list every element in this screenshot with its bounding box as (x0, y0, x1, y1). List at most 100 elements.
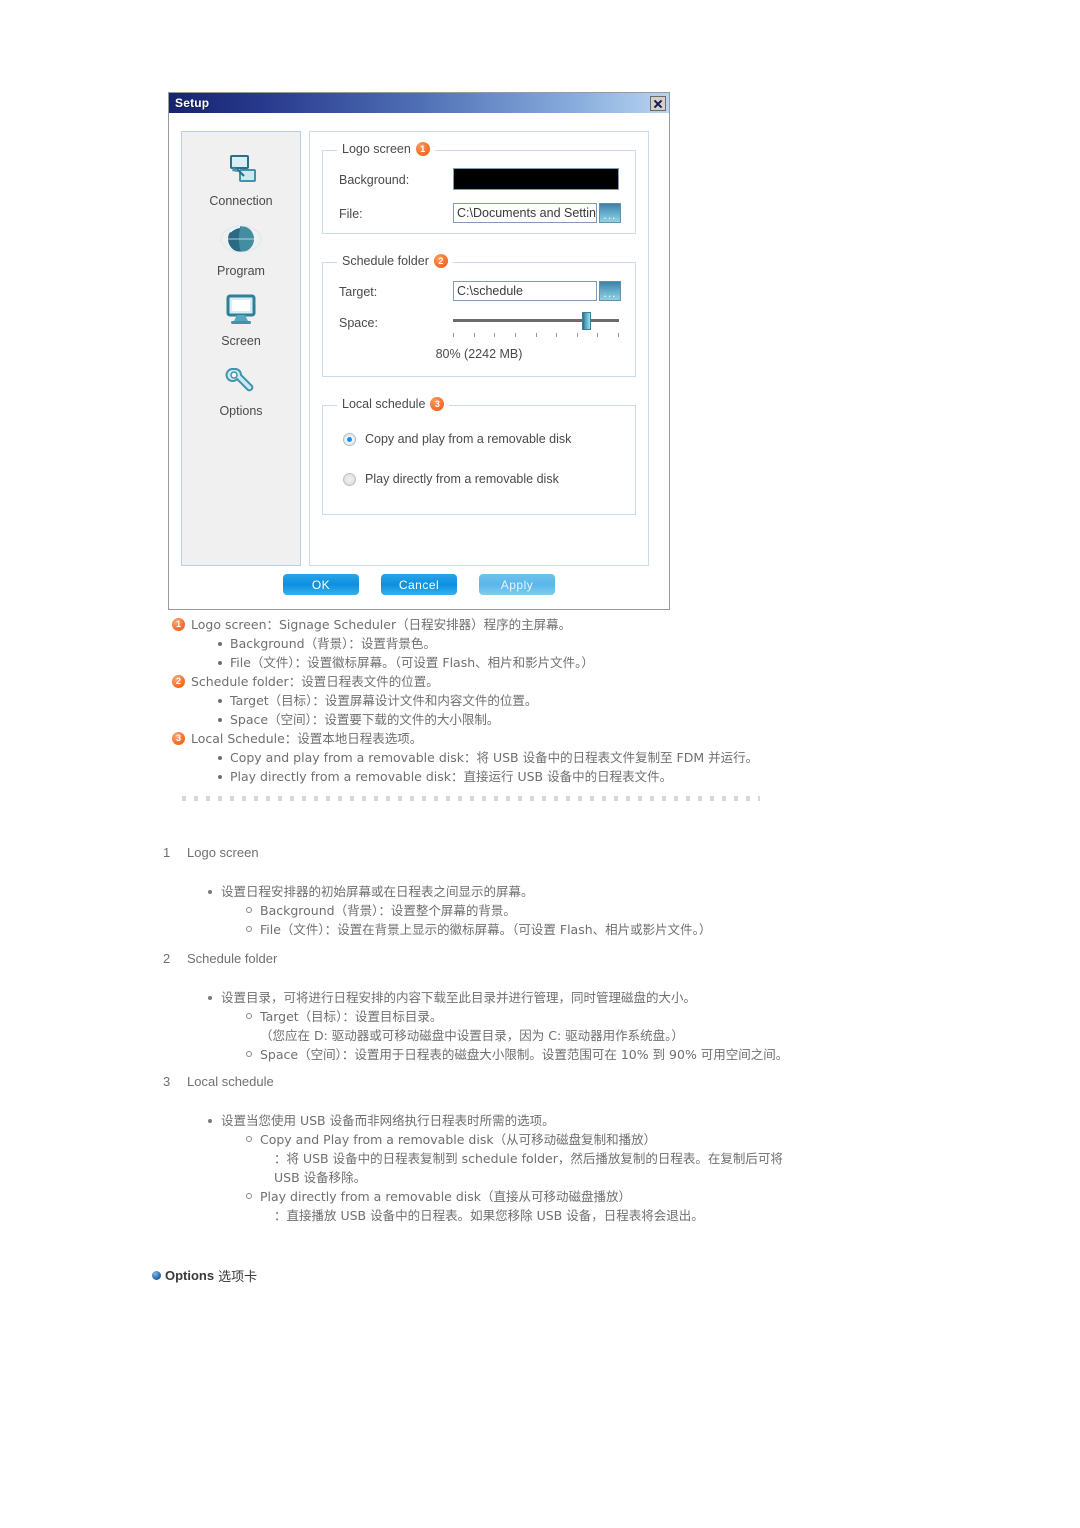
legend-sub-item: Background（背景）：设置背景色。 (218, 634, 812, 653)
globe-icon (220, 225, 262, 253)
section-local-schedule: 3 Local schedule 设置当您使用 USB 设备而非网络执行日程表时… (163, 1074, 863, 1225)
space-slider[interactable] (453, 311, 619, 339)
group-legend-schedule-folder: Schedule folder 2 (337, 254, 453, 268)
legend-text: Schedule folder：设置日程表文件的位置。 (191, 674, 439, 689)
nav-item-options[interactable]: Options (182, 362, 300, 418)
group-legend-text: Logo screen (342, 142, 411, 156)
section-subbullet-text: Copy and Play from a removable disk（从可移动… (260, 1132, 657, 1147)
file-path-input[interactable]: C:\Documents and Settings (453, 203, 597, 223)
background-color-swatch[interactable] (453, 168, 619, 190)
group-local-schedule: Local schedule 3 Copy and play from a re… (322, 397, 636, 515)
section-subbullet-text: Target（目标）：设置目标目录。 (260, 1009, 443, 1024)
section-body: 设置目录，可将进行日程安排的内容下载至此目录并进行管理，同时管理磁盘的大小。 T… (208, 988, 863, 1064)
nav-item-connection[interactable]: Connection (182, 152, 300, 208)
nav-item-screen[interactable]: Screen (182, 292, 300, 348)
radio-copy-and-play[interactable]: Copy and play from a removable disk (343, 432, 571, 446)
section-body: 设置当您使用 USB 设备而非网络执行日程表时所需的选项。 Copy and P… (208, 1111, 863, 1225)
legend-sub-text: Target（目标）：设置屏幕设计文件和内容文件的位置。 (230, 693, 538, 708)
section-subbullet: Play directly from a removable disk（直接从可… (246, 1187, 863, 1206)
section-subbullet: Space（空间）：设置用于日程表的磁盘大小限制。设置范围可在 10% 到 90… (246, 1045, 863, 1064)
section-bullet: 设置当您使用 USB 设备而非网络执行日程表时所需的选项。 (208, 1111, 863, 1130)
section-bullet-text: 设置当您使用 USB 设备而非网络执行日程表时所需的选项。 (221, 1113, 555, 1128)
circle-bullet-icon (246, 1193, 252, 1199)
ok-button[interactable]: OK (283, 574, 359, 595)
legend-text: Local Schedule：设置本地日程表选项。 (191, 731, 423, 746)
options-heading-english: Options (165, 1268, 215, 1283)
radio-selected-icon (343, 432, 356, 446)
section-subbullet-text: Space（空间）：设置用于日程表的磁盘大小限制。设置范围可在 10% 到 90… (260, 1047, 789, 1062)
space-label: Space: (339, 316, 378, 330)
radio-label: Copy and play from a removable disk (365, 432, 572, 446)
section-bullet-text: 设置日程安排器的初始屏幕或在日程表之间显示的屏幕。 (221, 884, 534, 899)
legend-sub-item: Space（空间）：设置要下载的文件的大小限制。 (218, 710, 812, 729)
bullet-icon (218, 642, 222, 646)
target-path-input[interactable]: C:\schedule (453, 281, 597, 301)
section-title: Schedule folder (187, 951, 278, 966)
section-number: 2 (163, 951, 171, 966)
section-bullet: 设置日程安排器的初始屏幕或在日程表之间显示的屏幕。 (208, 882, 863, 901)
legend-badge-2: 2 (172, 675, 185, 688)
legend-sub-text: Play directly from a removable disk：直接运行… (230, 769, 673, 784)
badge-1: 1 (415, 142, 430, 156)
legend-item-2: 2 Schedule folder：设置日程表文件的位置。 (172, 672, 812, 691)
legend-sub-text: Copy and play from a removable disk：将 US… (230, 750, 759, 765)
section-subbullet-text: Play directly from a removable disk（直接从可… (260, 1189, 631, 1204)
dialog-titlebar: Setup (169, 93, 669, 113)
options-heading-chinese: 选项卡 (218, 1270, 258, 1285)
file-browse-button[interactable]: ... (599, 203, 621, 223)
section-number: 1 (163, 845, 171, 860)
circle-bullet-icon (246, 926, 252, 932)
legend-sub-text: Background（背景）：设置背景色。 (230, 636, 436, 651)
slider-thumb[interactable] (582, 312, 592, 330)
circle-bullet-icon (246, 1051, 252, 1057)
background-label: Background: (339, 173, 410, 187)
bullet-icon (218, 756, 222, 760)
bullet-icon (218, 718, 222, 722)
section-logo-screen: 1 Logo screen 设置日程安排器的初始屏幕或在日程表之间显示的屏幕。 … (163, 845, 863, 939)
settings-nav-panel: Connection Program Screen Options (181, 131, 301, 566)
bullet-icon (208, 890, 212, 894)
badge-2: 2 (433, 254, 448, 268)
group-legend-logo-screen: Logo screen 1 (337, 142, 435, 156)
legend-sub-item: Copy and play from a removable disk：将 US… (218, 748, 812, 767)
nav-item-program[interactable]: Program (182, 222, 300, 278)
section-detail-text: ：将 USB 设备中的日程表复制到 schedule folder，然后播放复制… (274, 1151, 783, 1185)
section-subbullet: Copy and Play from a removable disk（从可移动… (246, 1130, 863, 1149)
dialog-title: Setup (175, 96, 210, 110)
nav-item-label: Screen (221, 334, 261, 348)
radio-play-directly[interactable]: Play directly from a removable disk (343, 472, 559, 486)
apply-button[interactable]: Apply (479, 574, 555, 595)
wrench-icon (225, 368, 254, 392)
section-subbullet-text: File（文件）：设置在背景上显示的徽标屏幕。（可设置 Flash、相片或影片文… (260, 922, 712, 937)
section-heading: 3 Local schedule (163, 1074, 863, 1089)
bullet-icon (218, 661, 222, 665)
section-detail-text: ：直接播放 USB 设备中的日程表。如果您移除 USB 设备，日程表将会退出。 (274, 1208, 704, 1223)
bullet-icon (218, 775, 222, 779)
target-label: Target: (339, 285, 378, 299)
nav-item-label: Connection (209, 194, 273, 208)
bullet-dot-icon (152, 1271, 161, 1280)
setup-dialog-window: Setup Connection Program Screen Options … (168, 92, 670, 610)
bullet-icon (208, 1119, 212, 1123)
dialog-button-row: OK Cancel Apply (169, 574, 669, 595)
close-icon[interactable] (650, 95, 666, 111)
connection-icon (230, 155, 256, 182)
target-browse-button[interactable]: ... (599, 281, 621, 301)
section-number: 3 (163, 1074, 171, 1089)
settings-content-panel: Logo screen 1 Background: File: C:\Docum… (309, 131, 649, 566)
section-note-text: （您应在 D: 驱动器或可移动磁盘中设置目录，因为 C: 驱动器用作系统盘。） (260, 1028, 684, 1043)
dotted-divider (182, 796, 760, 801)
group-schedule-folder: Schedule folder 2 Target: C:\schedule ..… (322, 254, 636, 377)
badge-3: 3 (430, 397, 445, 411)
circle-bullet-icon (246, 907, 252, 913)
options-tab-heading: Options 选项卡 (152, 1266, 257, 1285)
section-heading: 2 Schedule folder (163, 951, 863, 966)
cancel-button[interactable]: Cancel (381, 574, 457, 595)
radio-unselected-icon (343, 472, 356, 486)
section-subbullet: Background（背景）：设置整个屏幕的背景。 (246, 901, 863, 920)
group-legend-text: Schedule folder (342, 254, 429, 268)
legend-sub-text: File（文件）：设置徽标屏幕。（可设置 Flash、相片和影片文件。） (230, 655, 594, 670)
section-title: Logo screen (187, 845, 259, 860)
section-schedule-folder: 2 Schedule folder 设置目录，可将进行日程安排的内容下载至此目录… (163, 951, 863, 1064)
legend-badge-1: 1 (172, 618, 185, 631)
